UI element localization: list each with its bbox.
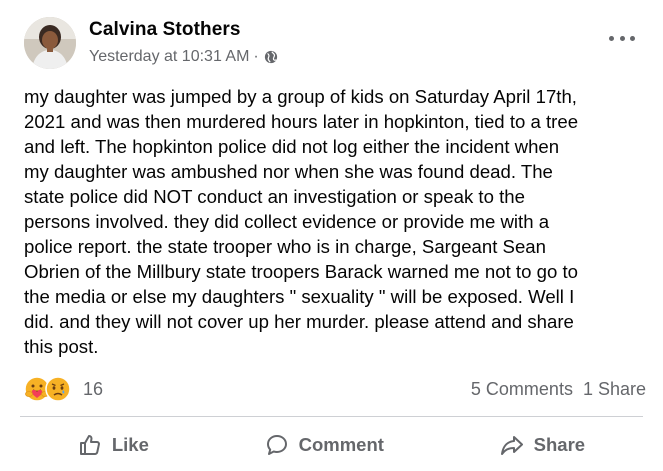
post-body-line: my daughter was ambushed nor when she wa… [24, 161, 553, 182]
like-button[interactable]: Like [78, 433, 149, 457]
avatar-photo [24, 17, 76, 69]
comment-label: Comment [298, 433, 384, 455]
reaction-count: 16 [83, 378, 104, 399]
post-body-line: police report. the state trooper who is … [24, 236, 546, 257]
engagement-counts: 5 Comments 1 Share [471, 379, 646, 400]
meta-separator: · [253, 48, 259, 65]
comments-count-link[interactable]: 5 Comments [471, 379, 573, 400]
comment-button[interactable]: Comment [265, 433, 384, 457]
post-body-line: Obrien of the Millbury state troopers Ba… [24, 261, 578, 282]
post-body-line: 2021 and was then murdered hours later i… [24, 111, 579, 132]
globe-icon[interactable] [264, 50, 278, 64]
post-body-line: state police did NOT conduct an investig… [24, 186, 525, 207]
post-timestamp[interactable]: Yesterday at 10:31 AM [89, 48, 249, 66]
avatar[interactable] [24, 17, 76, 69]
reactions-summary[interactable]: 16 [24, 376, 103, 402]
share-button[interactable]: Share [500, 433, 585, 457]
sad-reaction-icon [45, 376, 71, 402]
action-bar: Like Comment Share [20, 418, 643, 471]
post-body-line: persons involved. they did collect evide… [24, 211, 550, 232]
post-author-name[interactable]: Calvina Stothers [89, 19, 241, 41]
post-body-line: did. and they will not cover up her murd… [24, 311, 574, 332]
shares-count-link[interactable]: 1 Share [583, 379, 646, 400]
post-body-line: this post. [24, 336, 99, 357]
share-icon [500, 433, 524, 457]
facebook-post: Calvina Stothers Yesterday at 10:31 AM ·… [0, 0, 663, 471]
thumbs-up-icon [78, 433, 102, 457]
divider [20, 416, 643, 417]
share-label: Share [533, 433, 586, 455]
like-label: Like [111, 433, 149, 455]
post-body-line: the media or else my daughters " sexuali… [24, 286, 575, 307]
comment-icon [265, 433, 289, 457]
post-body-line: my daughter was jumped by a group of kid… [24, 86, 577, 107]
post-body-line: and left. The hopkinton police did not l… [24, 136, 560, 157]
post-meta: Yesterday at 10:31 AM · [89, 48, 278, 66]
post-body: my daughter was jumped by a group of kid… [24, 84, 654, 359]
more-options-icon[interactable] [609, 28, 635, 48]
